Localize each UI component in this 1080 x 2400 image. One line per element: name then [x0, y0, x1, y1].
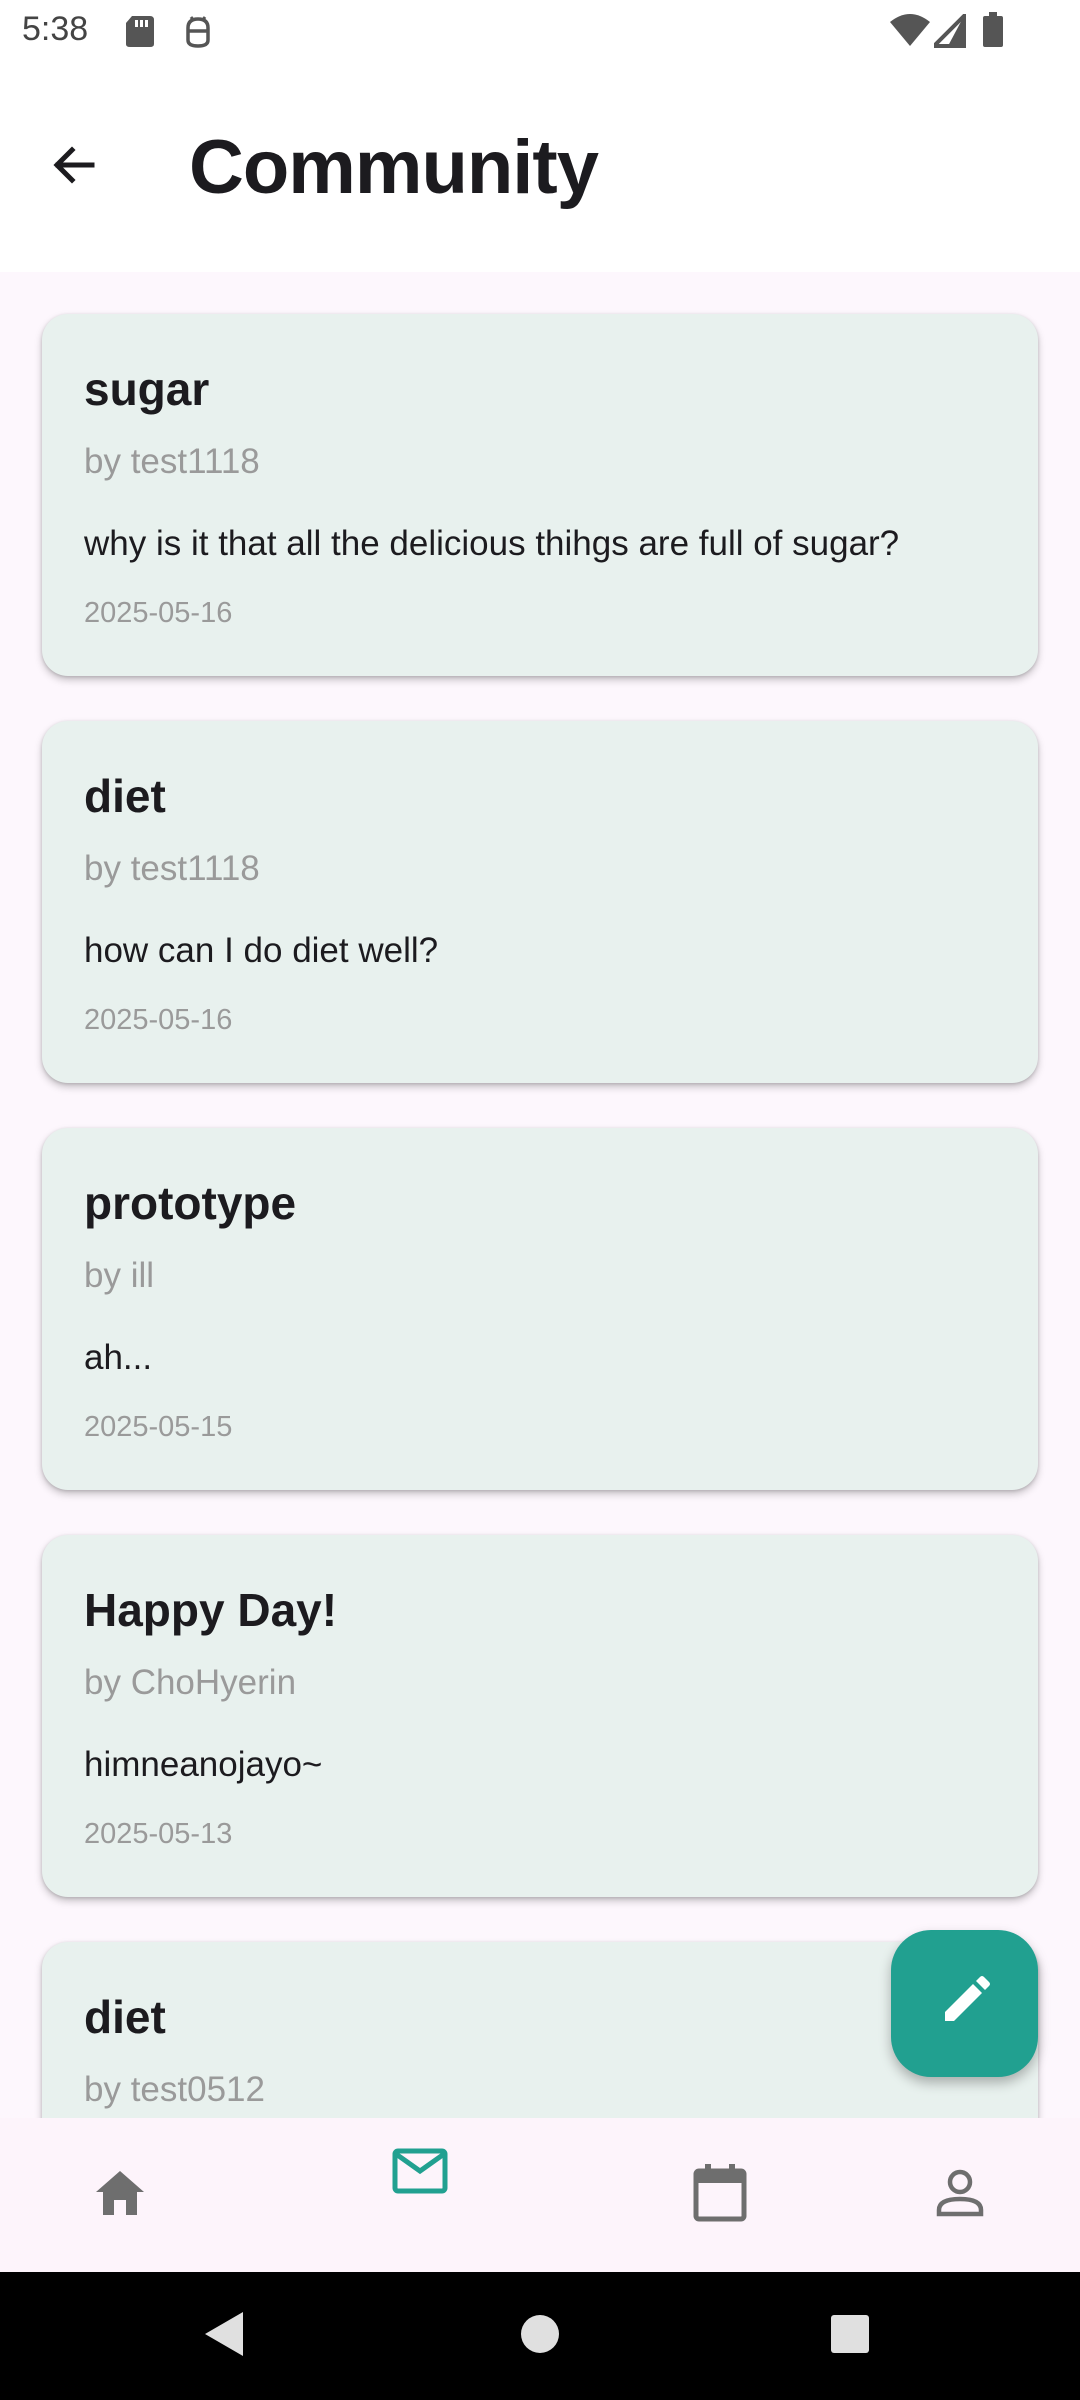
post-title: Happy Day!	[84, 1584, 338, 1636]
post-author: by test1118	[84, 442, 260, 481]
post-title: prototype	[84, 1177, 297, 1229]
recents-square-icon	[829, 2313, 871, 2360]
post-body: why is it that all the delicious thihgs …	[84, 524, 900, 563]
nav-item-home[interactable]	[45, 2118, 195, 2272]
system-back-button[interactable]	[165, 2272, 285, 2400]
android-debug-icon	[180, 14, 216, 55]
post-date: 2025-05-16	[84, 597, 233, 629]
bottom-navigation	[0, 2118, 1080, 2272]
app-bar: Community	[0, 62, 1080, 272]
back-button[interactable]	[40, 134, 106, 200]
post-author: by test1118	[84, 849, 260, 888]
post-body: himneanojayo~	[84, 1745, 323, 1784]
post-card[interactable]: prototype by ill ah... 2025-05-15	[42, 1128, 1038, 1490]
post-title: diet	[84, 770, 166, 822]
status-bar: 5:38	[0, 0, 1080, 62]
post-author: by ChoHyerin	[84, 1663, 297, 1702]
back-triangle-icon	[203, 2310, 247, 2363]
system-navigation-bar	[0, 2272, 1080, 2400]
wifi-icon	[890, 14, 930, 53]
cell-signal-icon	[929, 11, 966, 53]
post-date: 2025-05-13	[84, 1818, 233, 1850]
arrow-back-icon	[48, 140, 98, 195]
nav-item-profile[interactable]	[885, 2118, 1035, 2272]
system-recents-button[interactable]	[790, 2272, 910, 2400]
home-circle-icon	[519, 2313, 561, 2360]
post-card[interactable]: sugar by test1118 why is it that all the…	[42, 314, 1038, 676]
post-card[interactable]: diet by test0512	[42, 1942, 1038, 2118]
post-author: by test0512	[84, 2070, 265, 2109]
sd-card-icon	[124, 14, 156, 53]
post-date: 2025-05-16	[84, 1004, 233, 1036]
post-author: by ill	[84, 1256, 155, 1295]
post-title: sugar	[84, 363, 210, 415]
post-list[interactable]: sugar by test1118 why is it that all the…	[0, 272, 1080, 2118]
system-home-button[interactable]	[480, 2272, 600, 2400]
post-card[interactable]: diet by test1118 how can I do diet well?…	[42, 721, 1038, 1083]
battery-icon	[982, 12, 1004, 53]
post-body: ah...	[84, 1338, 153, 1377]
post-body: how can I do diet well?	[84, 931, 439, 970]
status-time: 5:38	[22, 10, 89, 48]
person-icon	[935, 2168, 985, 2223]
write-post-button[interactable]	[891, 1930, 1038, 2077]
nav-item-mail[interactable]	[345, 2118, 495, 2272]
calendar-icon	[692, 2163, 748, 2228]
mail-icon	[392, 2148, 448, 2199]
post-card[interactable]: Happy Day! by ChoHyerin himneanojayo~ 20…	[42, 1535, 1038, 1897]
home-icon	[93, 2168, 147, 2223]
page-title: Community	[189, 125, 599, 210]
post-date: 2025-05-15	[84, 1411, 233, 1443]
pencil-icon	[937, 1973, 993, 2034]
post-title: diet	[84, 1991, 166, 2043]
nav-item-calendar[interactable]	[645, 2118, 795, 2272]
